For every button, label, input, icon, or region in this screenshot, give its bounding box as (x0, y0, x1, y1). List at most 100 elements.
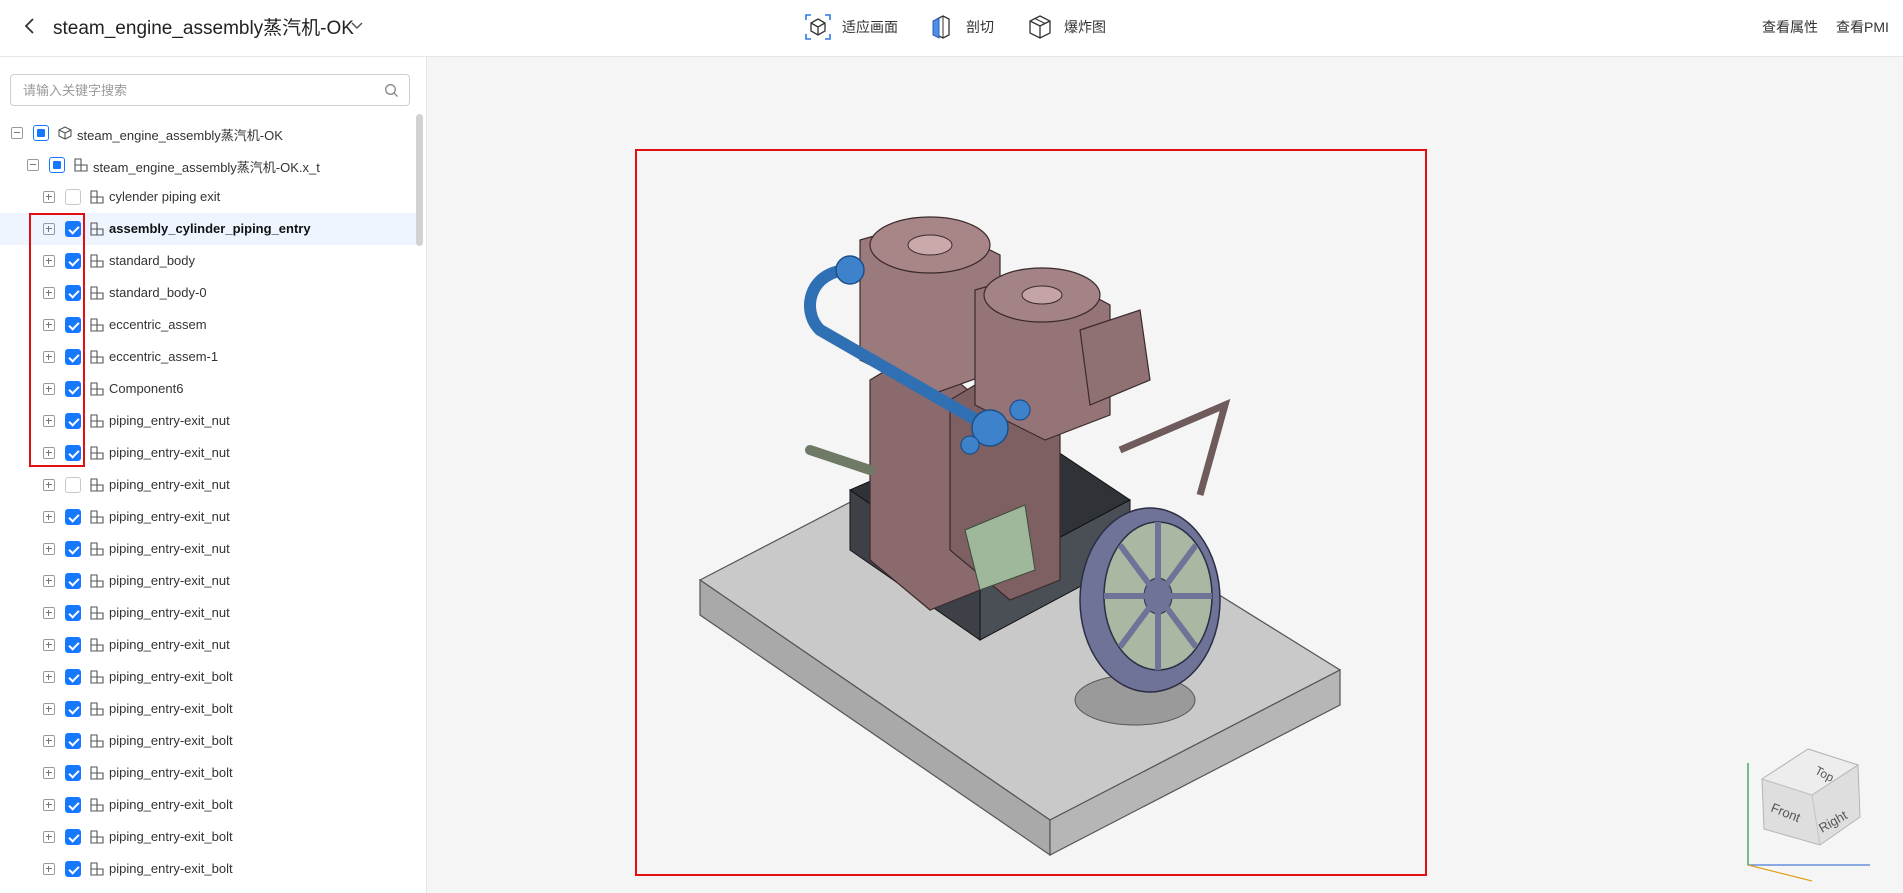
tree-item-row[interactable]: eccentric_assem (0, 309, 417, 341)
visibility-checkbox[interactable] (65, 477, 81, 493)
expand-toggle[interactable] (43, 511, 55, 523)
section-cut-button[interactable]: 剖切 (928, 12, 994, 42)
tree-item-label: piping_entry-exit_nut (109, 477, 230, 492)
visibility-checkbox[interactable] (65, 637, 81, 653)
visibility-checkbox[interactable] (65, 349, 81, 365)
tree-item-label: piping_entry-exit_nut (109, 605, 230, 620)
expand-toggle[interactable] (43, 607, 55, 619)
expand-toggle[interactable] (43, 831, 55, 843)
visibility-checkbox[interactable] (65, 285, 81, 301)
tree-item-row[interactable]: piping_entry-exit_nut (0, 565, 417, 597)
component-icon (90, 830, 104, 844)
visibility-checkbox[interactable] (65, 797, 81, 813)
tree-item-row[interactable]: piping_entry-exit_nut (0, 437, 417, 469)
tree-item-row[interactable]: piping_entry-exit_bolt (0, 789, 417, 821)
visibility-checkbox[interactable] (65, 605, 81, 621)
tree-item-label: eccentric_assem (109, 317, 207, 332)
expand-toggle[interactable] (43, 639, 55, 651)
search-icon[interactable] (384, 83, 399, 98)
tree-item-row[interactable]: piping_entry-exit_bolt (0, 757, 417, 789)
visibility-checkbox[interactable] (49, 157, 65, 173)
expand-toggle[interactable] (43, 351, 55, 363)
visibility-checkbox[interactable] (65, 509, 81, 525)
visibility-checkbox[interactable] (65, 669, 81, 685)
tree-item-row[interactable]: Component6 (0, 373, 417, 405)
visibility-checkbox[interactable] (65, 445, 81, 461)
expand-toggle[interactable] (43, 319, 55, 331)
tree-item-row[interactable]: cylender piping exit (0, 181, 417, 213)
expand-toggle[interactable] (43, 383, 55, 395)
tree-item-row[interactable]: piping_entry-exit_bolt (0, 725, 417, 757)
visibility-checkbox[interactable] (65, 253, 81, 269)
expand-toggle[interactable] (43, 287, 55, 299)
fit-view-icon (805, 14, 831, 40)
expand-toggle[interactable] (43, 799, 55, 811)
tree-item-row[interactable]: standard_body (0, 245, 417, 277)
section-cut-label: 剖切 (966, 19, 994, 35)
tree-item-row[interactable]: piping_entry-exit_nut (0, 469, 417, 501)
expand-toggle[interactable] (43, 255, 55, 267)
expand-toggle[interactable] (43, 735, 55, 747)
back-arrow-icon[interactable] (20, 14, 40, 38)
tree-item-row[interactable]: piping_entry-exit_nut (0, 629, 417, 661)
view-properties-link[interactable]: 查看属性 (1762, 17, 1818, 37)
visibility-checkbox[interactable] (65, 381, 81, 397)
expand-toggle[interactable] (43, 575, 55, 587)
visibility-checkbox[interactable] (65, 829, 81, 845)
search-input[interactable] (11, 75, 395, 105)
visibility-checkbox[interactable] (65, 221, 81, 237)
visibility-checkbox[interactable] (65, 413, 81, 429)
tree-item-row[interactable]: piping_entry-exit_bolt (0, 821, 417, 853)
document-title: steam_engine_assembly蒸汽机-OK (53, 18, 354, 39)
component-icon (90, 766, 104, 780)
tree-item-row[interactable]: standard_body-0 (0, 277, 417, 309)
fit-view-button[interactable]: 适应画面 (804, 12, 898, 42)
expand-toggle[interactable] (43, 671, 55, 683)
tree-item-row[interactable]: piping_entry-exit_nut (0, 597, 417, 629)
explode-view-icon (1029, 15, 1051, 39)
collapse-toggle[interactable] (27, 159, 39, 171)
explode-view-button[interactable]: 爆炸图 (1026, 12, 1106, 42)
expand-toggle[interactable] (43, 447, 55, 459)
collapse-toggle[interactable] (11, 127, 23, 139)
expand-toggle[interactable] (43, 191, 55, 203)
expand-toggle[interactable] (43, 703, 55, 715)
tree-item-row[interactable]: piping_entry-exit_nut (0, 533, 417, 565)
search-box (10, 74, 410, 106)
component-icon (90, 574, 104, 588)
tree-item-row[interactable]: piping_entry-exit_bolt (0, 693, 417, 725)
tree-item-label: piping_entry-exit_bolt (109, 669, 233, 684)
tree-item-row[interactable]: piping_entry-exit_nut (0, 405, 417, 437)
view-cube-navigator[interactable]: Top Front Right (1740, 745, 1880, 885)
tree-item-row[interactable]: assembly_cylinder_piping_entry (0, 213, 417, 245)
tree-item-label: piping_entry-exit_bolt (109, 701, 233, 716)
visibility-checkbox[interactable] (65, 733, 81, 749)
component-icon (90, 638, 104, 652)
view-pmi-link[interactable]: 查看PMI (1836, 17, 1889, 37)
expand-toggle[interactable] (43, 863, 55, 875)
chevron-down-icon[interactable] (350, 18, 364, 32)
tree-item-label: Component6 (109, 381, 184, 396)
expand-toggle[interactable] (43, 767, 55, 779)
expand-toggle[interactable] (43, 415, 55, 427)
expand-toggle[interactable] (43, 479, 55, 491)
tree-item-row[interactable]: eccentric_assem-1 (0, 341, 417, 373)
visibility-checkbox[interactable] (65, 317, 81, 333)
model-tree-panel: steam_engine_assembly蒸汽机-OK steam_engine… (0, 57, 427, 893)
tree-item-row[interactable]: piping_entry-exit_bolt (0, 661, 417, 693)
tree-item-row[interactable]: piping_entry-exit_nut (0, 501, 417, 533)
visibility-checkbox[interactable] (33, 125, 49, 141)
visibility-checkbox[interactable] (65, 541, 81, 557)
tree-root-row[interactable]: steam_engine_assembly蒸汽机-OK (0, 117, 417, 149)
visibility-checkbox[interactable] (65, 189, 81, 205)
steam-engine-model[interactable] (680, 200, 1380, 870)
visibility-checkbox[interactable] (65, 573, 81, 589)
expand-toggle[interactable] (43, 223, 55, 235)
expand-toggle[interactable] (43, 543, 55, 555)
visibility-checkbox[interactable] (65, 861, 81, 877)
visibility-checkbox[interactable] (65, 765, 81, 781)
tree-child-row[interactable]: steam_engine_assembly蒸汽机-OK.x_t (0, 149, 417, 181)
visibility-checkbox[interactable] (65, 701, 81, 717)
tree-scrollbar[interactable] (416, 114, 423, 246)
tree-item-row[interactable]: piping_entry-exit_bolt (0, 853, 417, 885)
